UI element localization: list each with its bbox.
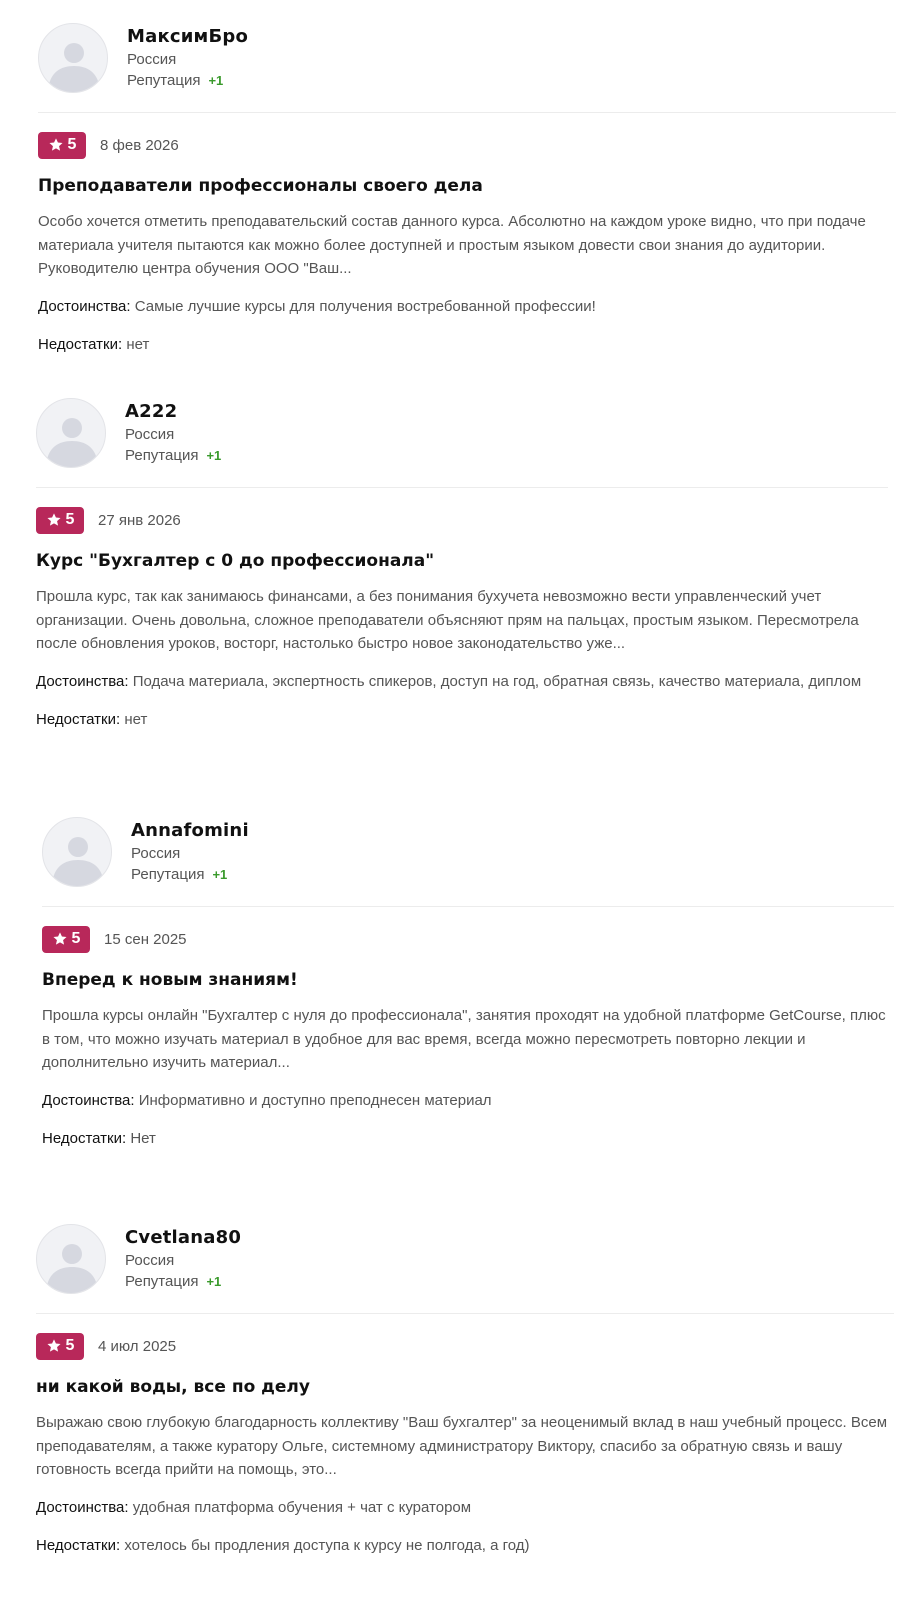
user-placeholder-icon xyxy=(46,418,98,467)
author-info: МаксимБро Россия Репутация +1 xyxy=(127,26,248,91)
pros-text: Подача материала, экспертность спикеров,… xyxy=(132,672,862,690)
reputation-label: Репутация xyxy=(131,866,205,883)
star-icon xyxy=(47,1339,61,1352)
pros-label: Достоинства: xyxy=(42,1091,135,1109)
user-placeholder-icon xyxy=(52,837,104,886)
avatar[interactable] xyxy=(36,398,106,468)
rating-value: 5 xyxy=(71,930,81,947)
author-reputation: Репутация +1 xyxy=(125,1272,241,1292)
star-icon xyxy=(53,932,67,945)
review-title[interactable]: Курс "Бухгалтер с 0 до профессионала" xyxy=(36,550,888,572)
author-country: Россия xyxy=(125,1252,175,1269)
divider xyxy=(38,112,896,113)
reputation-value: +1 xyxy=(206,1274,222,1289)
author-country: Россия xyxy=(131,845,181,862)
review-cons: Недостатки: Нет xyxy=(42,1127,894,1150)
cons-text: Нет xyxy=(130,1129,156,1147)
author-info: Cvetlana80 Россия Репутация +1 xyxy=(125,1227,241,1292)
cons-label: Недостатки: xyxy=(36,710,121,728)
review-card: Annafomini Россия Репутация +1 5 15 сен 2… xyxy=(42,817,894,1150)
author-name[interactable]: МаксимБро xyxy=(127,26,248,48)
review-author: Cvetlana80 Россия Репутация +1 xyxy=(36,1224,894,1296)
cons-label: Недостатки: xyxy=(38,335,123,353)
review-title[interactable]: ни какой воды, все по делу xyxy=(36,1376,894,1398)
author-reputation: Репутация +1 xyxy=(131,865,249,885)
reputation-value: +1 xyxy=(212,867,228,882)
review-text[interactable]: Прошла курсы онлайн "Бухгалтер с нуля до… xyxy=(42,1004,894,1075)
rating-value: 5 xyxy=(67,136,77,153)
star-icon xyxy=(47,513,61,526)
reputation-label: Репутация xyxy=(125,447,199,464)
divider xyxy=(42,906,894,907)
pros-text: Самые лучшие курсы для получения востреб… xyxy=(134,297,596,315)
user-placeholder-icon xyxy=(48,43,100,92)
pros-label: Достоинства: xyxy=(36,1498,129,1516)
cons-label: Недостатки: xyxy=(42,1129,127,1147)
reputation-value: +1 xyxy=(208,73,224,88)
review-title[interactable]: Преподаватели профессионалы своего дела xyxy=(38,175,896,197)
cons-text: хотелось бы продления доступа к курсу не… xyxy=(124,1536,530,1554)
author-country: Россия xyxy=(127,51,177,68)
review-author: Annafomini Россия Репутация +1 xyxy=(42,817,894,889)
rating-value: 5 xyxy=(65,511,75,528)
review-title[interactable]: Вперед к новым знаниям! xyxy=(42,969,894,991)
review-text[interactable]: Выражаю свою глубокую благодарность колл… xyxy=(36,1411,894,1482)
divider xyxy=(36,487,888,488)
review-author: A222 Россия Репутация +1 xyxy=(36,398,888,470)
review-cons: Недостатки: нет xyxy=(38,333,896,356)
review-date: 27 янв 2026 xyxy=(98,511,181,529)
review-meta: 5 15 сен 2025 xyxy=(42,925,894,953)
review-meta: 5 27 янв 2026 xyxy=(36,506,888,534)
reputation-label: Репутация xyxy=(125,1273,199,1290)
cons-text: нет xyxy=(124,710,148,728)
author-info: A222 Россия Репутация +1 xyxy=(125,401,221,466)
review-text[interactable]: Прошла курс, так как занимаюсь финансами… xyxy=(36,585,888,656)
avatar[interactable] xyxy=(36,1224,106,1294)
cons-label: Недостатки: xyxy=(36,1536,121,1554)
review-date: 4 июл 2025 xyxy=(98,1337,177,1355)
author-name[interactable]: Cvetlana80 xyxy=(125,1227,241,1249)
review-card: A222 Россия Репутация +1 5 27 янв 2026 Ку… xyxy=(36,398,888,731)
user-placeholder-icon xyxy=(46,1244,98,1293)
review-meta: 5 4 июл 2025 xyxy=(36,1332,894,1360)
cons-text: нет xyxy=(126,335,150,353)
author-reputation: Репутация +1 xyxy=(127,71,248,91)
rating-badge: 5 xyxy=(38,131,86,159)
review-date: 8 фев 2026 xyxy=(100,136,179,154)
reputation-value: +1 xyxy=(206,448,222,463)
rating-badge: 5 xyxy=(36,1332,84,1360)
review-pros: Достоинства: Самые лучшие курсы для полу… xyxy=(38,295,896,318)
pros-text: удобная платформа обучения + чат с курат… xyxy=(132,1498,472,1516)
pros-text: Информативно и доступно преподнесен мате… xyxy=(138,1091,492,1109)
review-cons: Недостатки: хотелось бы продления доступ… xyxy=(36,1534,894,1557)
rating-badge: 5 xyxy=(42,925,90,953)
pros-label: Достоинства: xyxy=(36,672,129,690)
review-cons: Недостатки: нет xyxy=(36,708,888,731)
review-pros: Достоинства: удобная платформа обучения … xyxy=(36,1496,894,1519)
rating-value: 5 xyxy=(65,1337,75,1354)
review-card: МаксимБро Россия Репутация +1 5 8 фев 202… xyxy=(38,23,896,356)
avatar[interactable] xyxy=(42,817,112,887)
review-card: Cvetlana80 Россия Репутация +1 5 4 июл 20… xyxy=(36,1224,894,1557)
avatar[interactable] xyxy=(38,23,108,93)
author-name[interactable]: A222 xyxy=(125,401,221,423)
divider xyxy=(36,1313,894,1314)
review-date: 15 сен 2025 xyxy=(104,930,187,948)
star-icon xyxy=(49,138,63,151)
author-name[interactable]: Annafomini xyxy=(131,820,249,842)
review-author: МаксимБро Россия Репутация +1 xyxy=(38,23,896,95)
rating-badge: 5 xyxy=(36,506,84,534)
review-pros: Достоинства: Подача материала, экспертно… xyxy=(36,670,888,693)
author-country: Россия xyxy=(125,426,175,443)
review-text[interactable]: Особо хочется отметить преподавательский… xyxy=(38,210,896,281)
reputation-label: Репутация xyxy=(127,72,201,89)
author-info: Annafomini Россия Репутация +1 xyxy=(131,820,249,885)
pros-label: Достоинства: xyxy=(38,297,131,315)
review-meta: 5 8 фев 2026 xyxy=(38,131,896,159)
review-pros: Достоинства: Информативно и доступно пре… xyxy=(42,1089,894,1112)
author-reputation: Репутация +1 xyxy=(125,446,221,466)
